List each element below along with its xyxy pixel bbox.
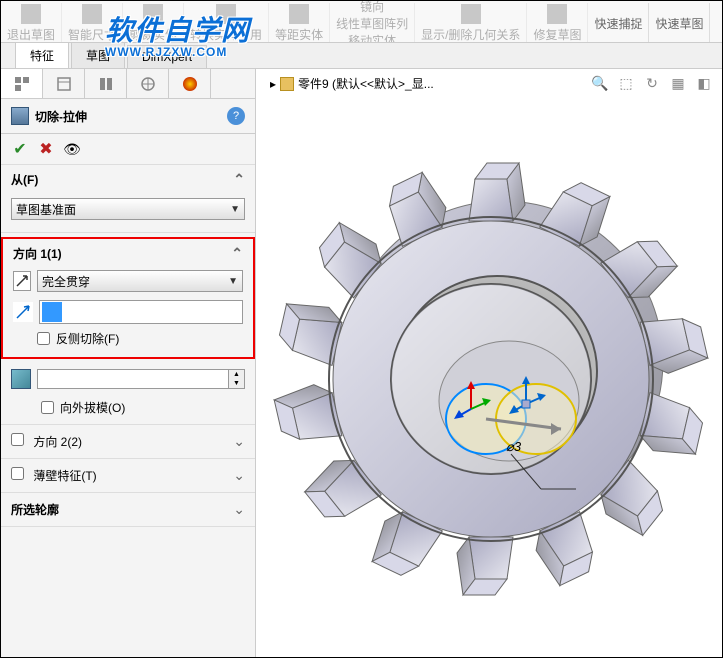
flip-side-label: 反侧切除(F) (56, 330, 119, 347)
chevron-up-icon: ⌃ (231, 245, 243, 262)
cancel-button[interactable]: ✖ (37, 140, 55, 158)
from-dropdown[interactable]: 草图基准面 ▼ (11, 198, 245, 220)
dir1-header[interactable]: 方向 1(1) ⌃ (3, 243, 253, 268)
tab-sketch[interactable]: 草图 (71, 42, 125, 68)
ribbon-trim[interactable]: 剪裁实体 (123, 3, 184, 43)
panel-tab-appearance[interactable] (169, 69, 211, 98)
chevron-down-icon: ⌄ (233, 433, 245, 450)
ribbon-relations[interactable]: 显示/删除几何关系 (415, 3, 527, 43)
gear-model (266, 109, 716, 619)
origin-triad (451, 379, 491, 419)
part-icon (280, 77, 294, 91)
draft-icon[interactable] (11, 369, 31, 389)
panel-tab-config[interactable] (85, 69, 127, 98)
ribbon-convert[interactable]: 转换实体引用 (184, 3, 269, 43)
panel-tab-feature-tree[interactable] (1, 69, 43, 98)
view-toolbar: 🔍 ⬚ ↻ ▦ ◧ (590, 73, 714, 93)
display-icon[interactable]: ◧ (694, 73, 714, 93)
graphics-viewport[interactable]: ▸ 零件9 (默认<<默认>_显... 🔍 ⬚ ↻ ▦ ◧ (256, 69, 722, 657)
spin-up[interactable]: ▲ (229, 370, 244, 379)
ribbon-exit-sketch[interactable]: 退出草图 (1, 3, 62, 43)
chevron-down-icon: ⌄ (233, 501, 245, 518)
confirm-row: ✔ ✖ 👁 (1, 134, 255, 165)
spin-down[interactable]: ▼ (229, 379, 244, 388)
move-triad[interactable] (506, 374, 546, 414)
thin-checkbox[interactable] (11, 467, 24, 480)
panel-tab-property[interactable] (43, 69, 85, 98)
selection-highlight (42, 302, 62, 322)
ribbon-quick-snap[interactable]: 快速捕捉 (588, 3, 649, 43)
ribbon: 退出草图 智能尺寸 剪裁实体 转换实体引用 等距实体 镜向线性草图阵列移动实体 … (1, 1, 722, 43)
panel-tab-dim[interactable] (127, 69, 169, 98)
draft-row: ▲▼ (1, 363, 255, 395)
panel-tabs (1, 69, 255, 99)
dimension-label[interactable]: ⌀3 (506, 439, 521, 455)
direction1-highlight: 方向 1(1) ⌃ 完全贯穿 ▼ (1, 237, 255, 359)
command-tabs: 特征 草图 DimXpert (1, 43, 722, 69)
ribbon-mirror[interactable]: 镜向线性草图阵列移动实体 (330, 3, 415, 43)
chevron-down-icon: ▼ (230, 204, 240, 215)
draft-outward-checkbox[interactable] (41, 401, 54, 414)
dir2-checkbox[interactable] (11, 433, 24, 446)
tab-dimxpert[interactable]: DimXpert (127, 45, 207, 68)
end-condition-dropdown[interactable]: 完全贯穿 ▼ (37, 270, 243, 292)
preview-button[interactable]: 👁 (63, 140, 81, 158)
zoom-area-icon[interactable]: ⬚ (616, 73, 636, 93)
thin-section[interactable]: 薄壁特征(T) ⌄ (1, 459, 255, 493)
draft-outward-label: 向外拔模(O) (60, 399, 125, 416)
ribbon-repair[interactable]: 修复草图 (527, 3, 588, 43)
chevron-down-icon: ▼ (228, 276, 238, 287)
ribbon-smart-dim[interactable]: 智能尺寸 (62, 3, 123, 43)
view-icon[interactable]: ▦ (668, 73, 688, 93)
cut-extrude-icon (11, 107, 29, 125)
ribbon-offset[interactable]: 等距实体 (269, 3, 330, 43)
property-manager: 切除-拉伸 ? ✔ ✖ 👁 从(F) ⌃ 草图基准面 ▼ 方向 1(1 (1, 69, 256, 657)
flip-side-checkbox[interactable] (37, 332, 50, 345)
help-button[interactable]: ? (227, 107, 245, 125)
chevron-up-icon: ⌃ (233, 171, 245, 188)
chevron-down-icon: ⌄ (233, 467, 245, 484)
expand-icon[interactable]: ▸ (270, 77, 276, 91)
ok-button[interactable]: ✔ (11, 140, 29, 158)
rotate-icon[interactable]: ↻ (642, 73, 662, 93)
feature-title: 切除-拉伸 (35, 108, 227, 125)
zoom-fit-icon[interactable]: 🔍 (590, 73, 610, 93)
from-header[interactable]: 从(F) ⌃ (1, 165, 255, 194)
ribbon-rapid-sketch[interactable]: 快速草图 (649, 3, 710, 43)
tab-feature[interactable]: 特征 (15, 42, 69, 68)
feature-header: 切除-拉伸 ? (1, 99, 255, 134)
direction-vector-icon[interactable] (13, 302, 33, 322)
breadcrumb[interactable]: ▸ 零件9 (默认<<默认>_显... (270, 75, 434, 92)
dir2-section[interactable]: 方向 2(2) ⌄ (1, 425, 255, 459)
draft-angle-input[interactable]: ▲▼ (37, 369, 245, 389)
direction-selection-box[interactable] (39, 300, 243, 324)
reverse-direction-button[interactable] (13, 271, 31, 291)
contours-section[interactable]: 所选轮廓 ⌄ (1, 493, 255, 527)
from-section: 从(F) ⌃ 草图基准面 ▼ (1, 165, 255, 233)
